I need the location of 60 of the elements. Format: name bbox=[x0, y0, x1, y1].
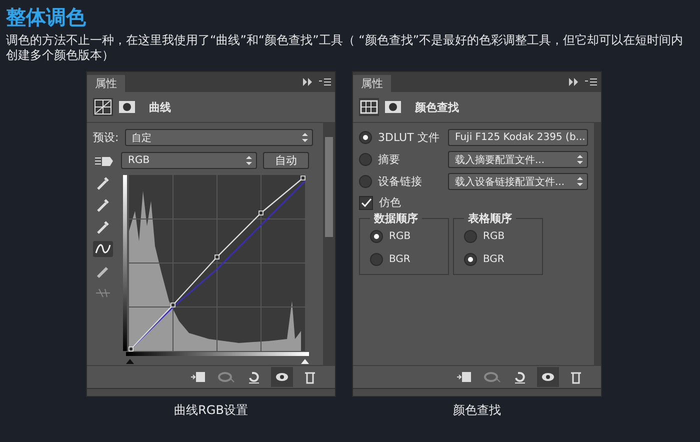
grid-icon[interactable] bbox=[359, 98, 379, 116]
option-label: BGR bbox=[389, 254, 410, 265]
radio-button[interactable] bbox=[359, 131, 372, 144]
panel-title: 曲线 bbox=[149, 100, 171, 114]
caption: 颜色查找 bbox=[453, 403, 501, 417]
input-slider-handle[interactable] bbox=[126, 359, 134, 364]
resize-grip[interactable] bbox=[87, 388, 335, 396]
source-label: 设备链接 bbox=[378, 174, 423, 189]
radio-button[interactable] bbox=[370, 230, 383, 243]
curve-point[interactable] bbox=[170, 302, 176, 308]
input-slider[interactable] bbox=[126, 352, 309, 364]
curve-point[interactable] bbox=[300, 176, 306, 180]
resize-grip[interactable] bbox=[353, 388, 601, 396]
eye-icon[interactable] bbox=[271, 367, 293, 387]
checkbox[interactable] bbox=[359, 196, 373, 210]
radio-button[interactable] bbox=[370, 253, 383, 266]
panel-tab[interactable]: 属性 bbox=[353, 75, 391, 92]
option-label: RGB bbox=[389, 231, 411, 242]
menu-icon[interactable] bbox=[585, 78, 597, 86]
collapse-icon[interactable] bbox=[303, 78, 313, 86]
radio-button[interactable] bbox=[464, 230, 477, 243]
profile-dropdown[interactable]: 载入摘要配置文件... bbox=[448, 151, 588, 168]
profile-dropdown[interactable]: 载入设备链接配置文件... bbox=[448, 173, 588, 190]
intro-paragraph: 调色的方法不止一种，在这里我使用了“曲线”和“颜色查找”工具（ “颜色查找”不是最好的色彩调整工具，但它却可以在短时间内创建多个颜色版本） bbox=[6, 33, 684, 63]
up-down-arrow-icon bbox=[246, 156, 252, 165]
group-title: 表格顺序 bbox=[467, 211, 513, 226]
menu-icon[interactable] bbox=[319, 78, 331, 86]
curve-icon[interactable] bbox=[93, 241, 113, 257]
profile-dropdown[interactable]: Fuji F125 Kodak 2395 (b... bbox=[448, 129, 588, 146]
up-down-arrow-icon bbox=[577, 155, 583, 164]
option-label: RGB bbox=[483, 231, 505, 242]
source-label: 3DLUT 文件 bbox=[378, 130, 440, 145]
radio-button[interactable] bbox=[359, 153, 372, 166]
preset-label: 预设: bbox=[93, 130, 119, 145]
radio-button[interactable] bbox=[359, 175, 372, 188]
up-down-arrow-icon bbox=[302, 133, 308, 142]
up-down-arrow-icon bbox=[577, 177, 583, 186]
option-label: BGR bbox=[483, 254, 504, 265]
curve-point[interactable] bbox=[128, 346, 134, 352]
curve-point[interactable] bbox=[214, 254, 220, 260]
source-label: 摘要 bbox=[378, 152, 401, 167]
scrollbar[interactable] bbox=[594, 123, 601, 365]
mask-icon[interactable] bbox=[117, 98, 137, 116]
scrollbar[interactable] bbox=[323, 123, 335, 365]
panel-title: 颜色查找 bbox=[415, 100, 459, 114]
radio-button[interactable] bbox=[464, 253, 477, 266]
curves-icon[interactable] bbox=[93, 98, 113, 116]
curve-point[interactable] bbox=[258, 210, 264, 216]
preset-dropdown[interactable]: 自定 bbox=[124, 129, 313, 146]
channel-dropdown[interactable]: RGB bbox=[121, 152, 257, 169]
group-title: 数据顺序 bbox=[372, 211, 419, 226]
caption: 曲线RGB设置 bbox=[174, 403, 248, 417]
input-slider-handle[interactable] bbox=[301, 359, 309, 364]
collapse-icon[interactable] bbox=[569, 78, 579, 86]
mask-icon[interactable] bbox=[383, 98, 403, 116]
auto-button[interactable]: 自动 bbox=[263, 152, 309, 169]
page-heading: 整体调色 bbox=[6, 4, 86, 30]
dither-label: 仿色 bbox=[379, 195, 401, 210]
eye-icon[interactable] bbox=[537, 367, 559, 387]
panel-tab[interactable]: 属性 bbox=[87, 75, 125, 92]
